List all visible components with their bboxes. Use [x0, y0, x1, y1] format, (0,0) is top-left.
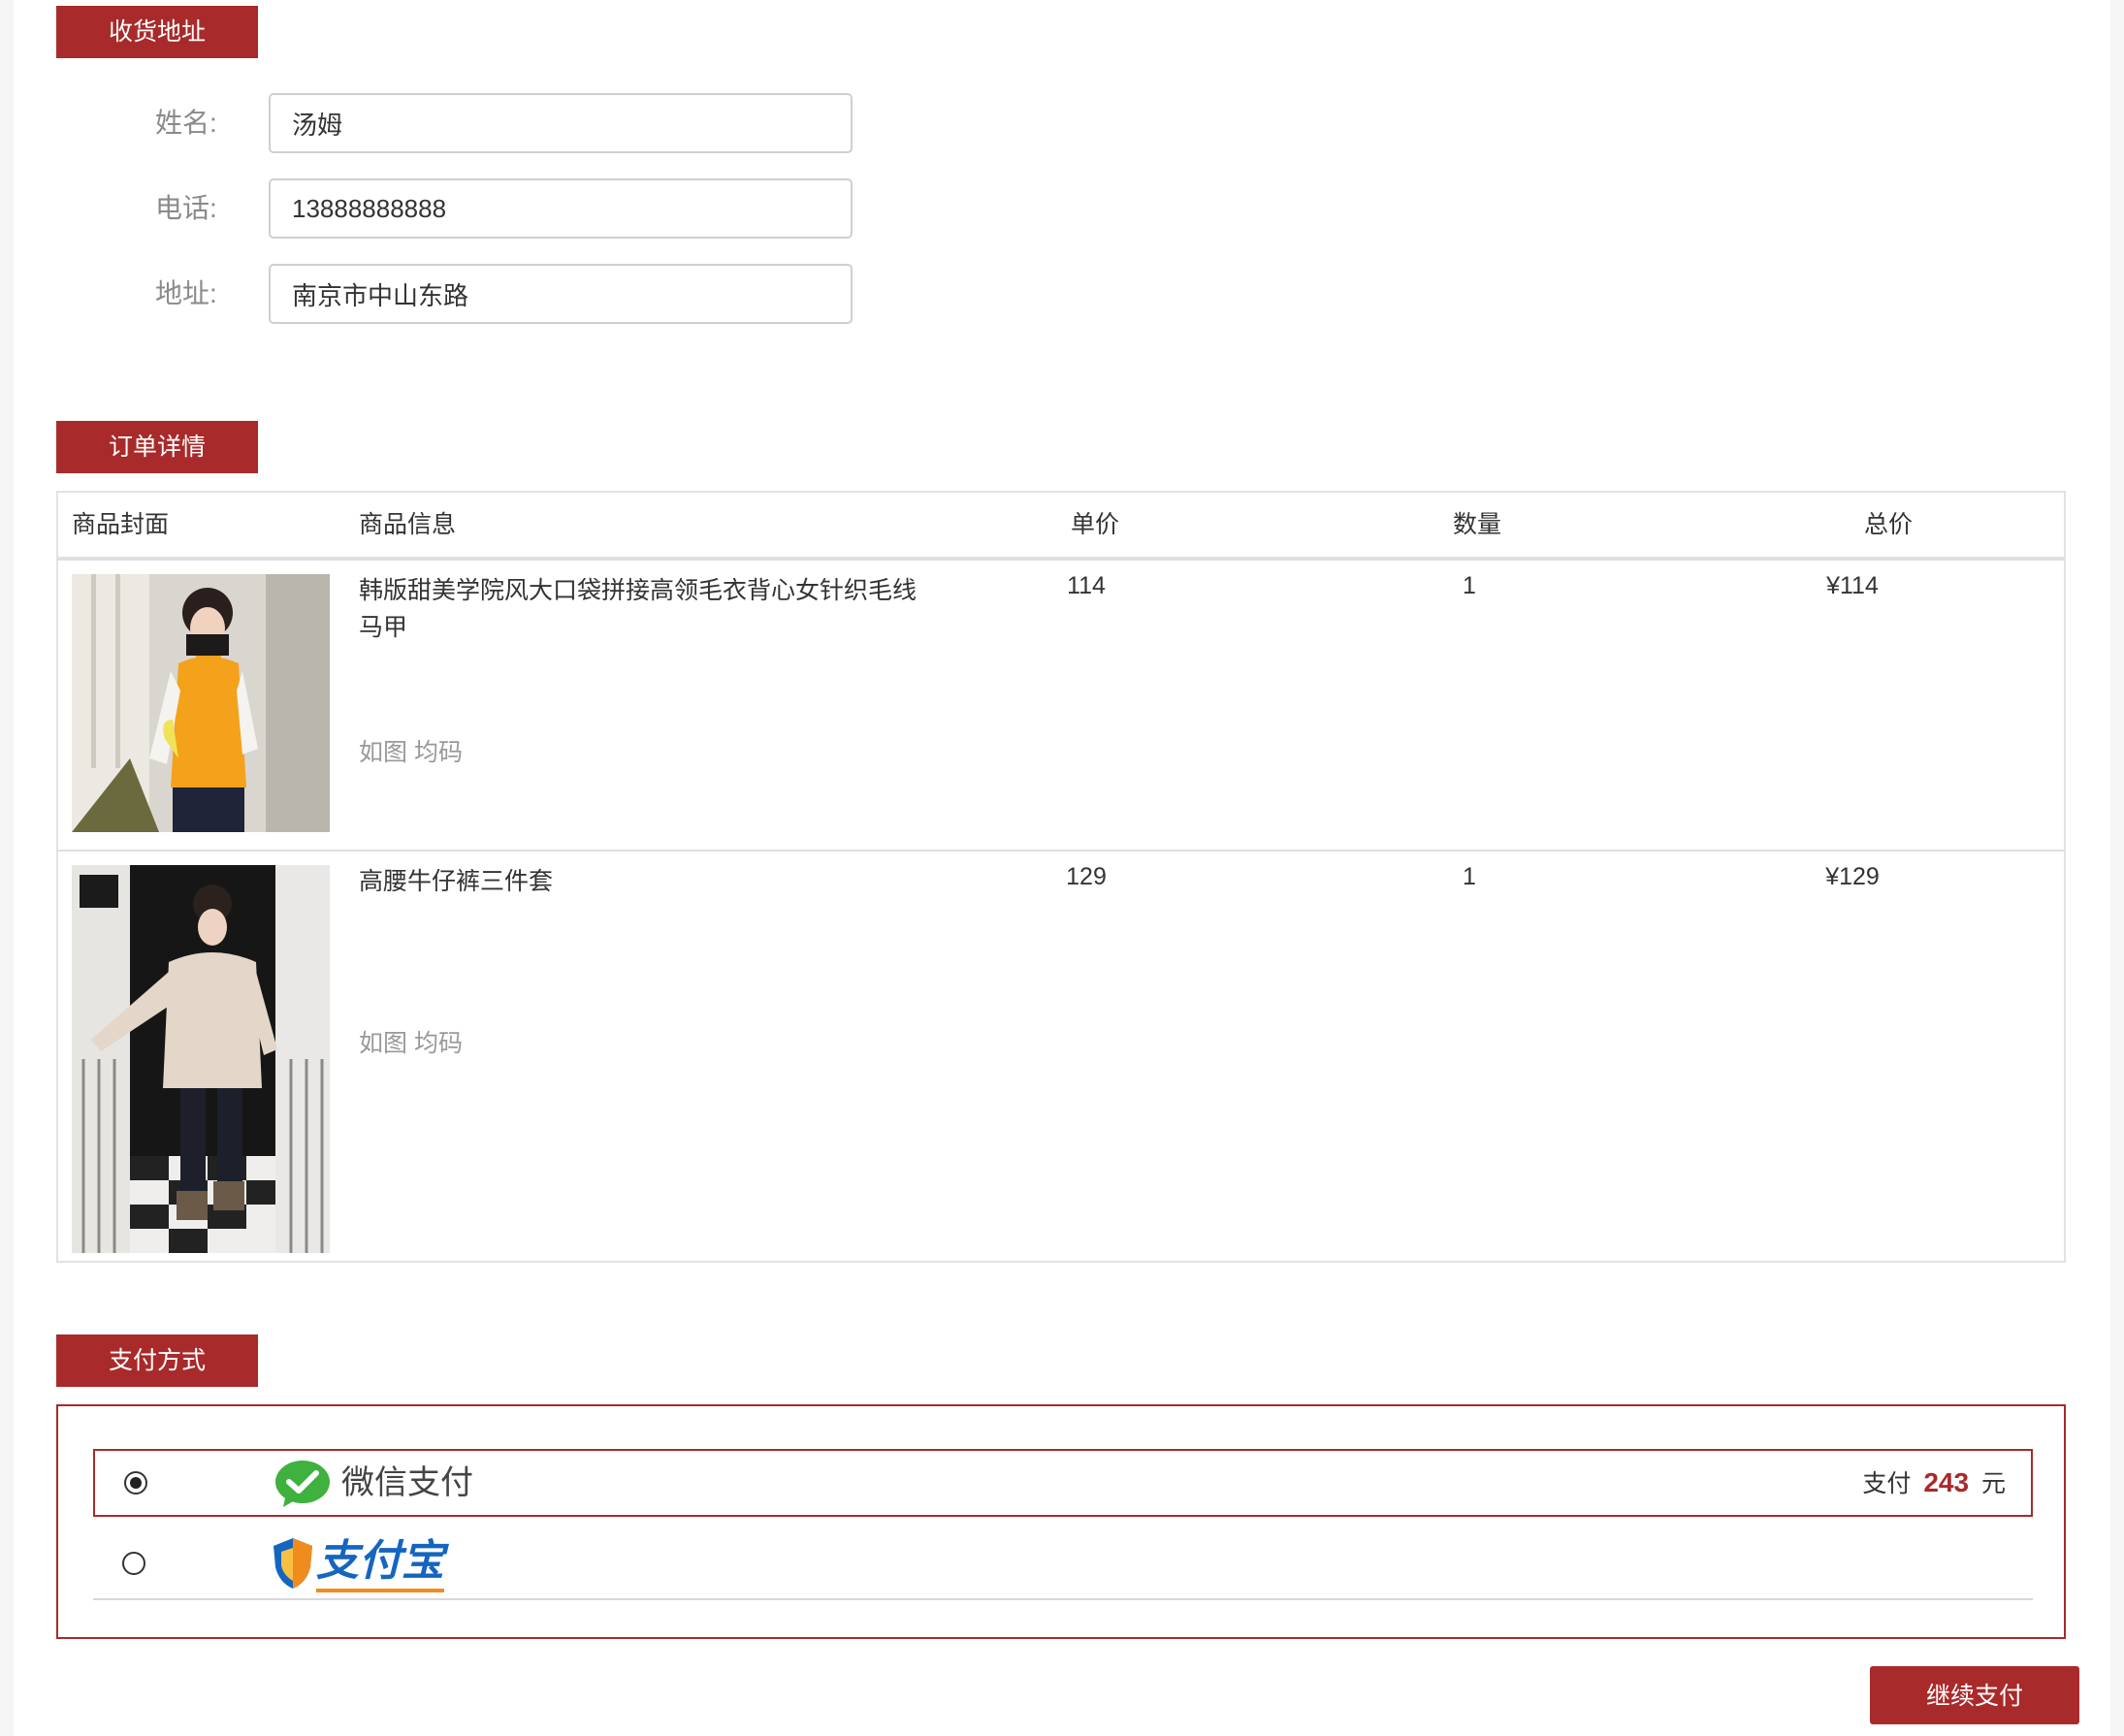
payment-amount: 支付 243 元 — [1862, 1451, 2006, 1515]
product-name[interactable]: 韩版甜美学院风大口袋拼接高领毛衣背心女针织毛线马甲 — [359, 572, 921, 646]
col-qty: 数量 — [1453, 511, 1502, 538]
address-input[interactable] — [269, 264, 853, 324]
wechat-radio[interactable] — [124, 1471, 147, 1495]
alipay-label: 支付宝 — [316, 1534, 444, 1592]
order-section-title: 订单详情 — [56, 421, 258, 473]
col-cover: 商品封面 — [72, 511, 170, 538]
name-label: 姓名: — [155, 108, 217, 138]
payment-options-box: 微信支付 支付 243 元 支付宝 — [56, 1404, 2066, 1639]
product-spec: 如图 均码 — [359, 739, 463, 766]
col-price: 单价 — [1071, 511, 1120, 538]
product-cover-image[interactable] — [72, 865, 330, 1253]
col-info: 商品信息 — [359, 511, 457, 538]
unit-price: 129 — [1066, 863, 1107, 890]
phone-label: 电话: — [155, 193, 217, 223]
name-input[interactable] — [269, 93, 853, 153]
table-row: 韩版甜美学院风大口袋拼接高领毛衣背心女针织毛线马甲 如图 均码 114 1 ¥1… — [58, 561, 2064, 852]
name-row: 姓名: — [14, 93, 886, 153]
amount-prefix: 支付 — [1862, 1470, 1912, 1497]
payment-option-wechat[interactable]: 微信支付 支付 243 元 — [93, 1449, 2033, 1517]
quantity: 1 — [1463, 572, 1476, 599]
continue-payment-button[interactable]: 继续支付 — [1870, 1666, 2079, 1724]
address-row: 地址: — [14, 264, 886, 324]
payment-option-alipay[interactable]: 支付宝 — [93, 1523, 2033, 1600]
product-name[interactable]: 高腰牛仔裤三件套 — [359, 863, 921, 900]
unit-price: 114 — [1067, 572, 1106, 599]
product-cover-image[interactable] — [72, 574, 330, 832]
amount-value: 243 — [1923, 1467, 1970, 1497]
order-table: 商品封面 商品信息 单价 数量 总价 韩版甜美学院风大口袋拼接高领毛衣背心女针织… — [56, 491, 2066, 1263]
alipay-radio[interactable] — [122, 1552, 145, 1575]
table-header: 商品封面 商品信息 单价 数量 总价 — [58, 493, 2064, 561]
payment-section-title: 支付方式 — [56, 1334, 258, 1387]
wechat-pay-icon — [274, 1459, 332, 1507]
alipay-icon — [272, 1536, 314, 1591]
address-section-title: 收货地址 — [56, 6, 258, 58]
col-total: 总价 — [1864, 511, 1914, 538]
checkout-page: 收货地址 姓名: 电话: 地址: 订单详情 商品封面 商品信息 单价 数量 总价 — [14, 0, 2110, 1736]
quantity: 1 — [1463, 863, 1476, 890]
phone-input[interactable] — [269, 178, 853, 239]
line-total: ¥114 — [1826, 572, 1879, 599]
address-label: 地址: — [155, 278, 217, 308]
wechat-pay-label: 微信支付 — [341, 1464, 473, 1501]
amount-suffix: 元 — [1980, 1470, 2006, 1497]
table-row: 高腰牛仔裤三件套 如图 均码 129 1 ¥129 — [58, 852, 2064, 1261]
line-total: ¥129 — [1825, 863, 1880, 890]
phone-row: 电话: — [14, 178, 886, 239]
product-spec: 如图 均码 — [359, 1030, 463, 1057]
